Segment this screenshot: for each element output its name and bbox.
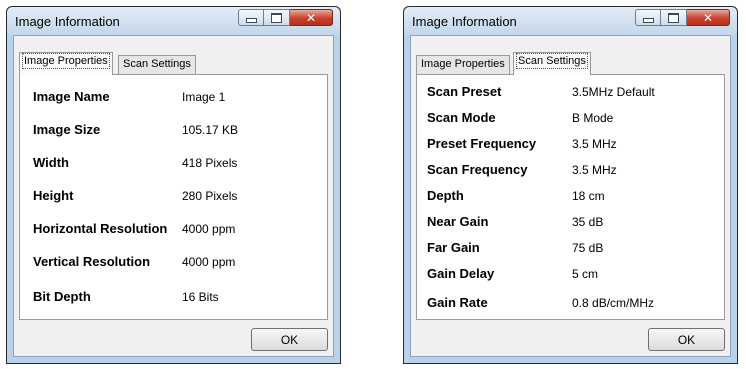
setting-value: 75 dB [572, 241, 604, 255]
tab-scan-settings[interactable]: Scan Settings [513, 52, 591, 75]
setting-row: Gain Delay 5 cm [417, 266, 724, 284]
setting-label: Gain Rate [427, 295, 488, 310]
setting-value: 3.5 MHz [572, 137, 617, 151]
setting-value: 35 dB [572, 215, 604, 229]
ok-button[interactable]: OK [648, 328, 725, 351]
dialog-client-area: Image Properties Scan Settings Image Nam… [13, 35, 334, 357]
tab-label: Image Properties [22, 53, 110, 69]
title-bar[interactable]: Image Information ✕ [404, 7, 737, 35]
dialog-client-area: Image Properties Scan Settings Scan Pres… [410, 35, 731, 357]
property-label: Vertical Resolution [33, 254, 151, 269]
close-icon: ✕ [702, 10, 714, 25]
maximize-button[interactable] [264, 9, 290, 26]
property-label: Width [33, 155, 69, 170]
property-value: 418 Pixels [182, 156, 238, 170]
property-row: Height 280 Pixels [20, 188, 327, 206]
property-row: Image Name Image 1 [20, 89, 327, 107]
property-value: 4000 ppm [182, 222, 236, 236]
minimize-button[interactable] [635, 9, 661, 26]
minimize-icon [245, 18, 257, 23]
setting-label: Far Gain [427, 240, 480, 255]
property-value: 4000 ppm [182, 255, 236, 269]
setting-value: 3.5 MHz [572, 163, 617, 177]
window-title: Image Information [412, 14, 517, 29]
property-row: Vertical Resolution 4000 ppm [20, 254, 327, 272]
property-label: Image Name [33, 89, 110, 104]
setting-value: 18 cm [572, 189, 605, 203]
tab-image-properties[interactable]: Image Properties [19, 52, 113, 75]
image-information-dialog-left: Image Information ✕ Image Properties Sca… [6, 6, 341, 364]
property-label: Horizontal Resolution [33, 221, 168, 236]
close-button[interactable]: ✕ [687, 9, 730, 26]
maximize-button[interactable] [661, 9, 687, 26]
tab-image-properties[interactable]: Image Properties [416, 55, 510, 74]
property-value: 16 Bits [182, 290, 219, 304]
tab-scan-settings[interactable]: Scan Settings [118, 55, 196, 74]
close-button[interactable]: ✕ [290, 9, 333, 26]
setting-row: Scan Frequency 3.5 MHz [417, 162, 724, 180]
setting-label: Near Gain [427, 214, 489, 229]
property-row: Horizontal Resolution 4000 ppm [20, 221, 327, 239]
image-properties-panel: Image Name Image 1 Image Size 105.17 KB … [19, 74, 328, 320]
setting-row: Near Gain 35 dB [417, 214, 724, 232]
property-value: 105.17 KB [182, 123, 239, 137]
setting-label: Scan Mode [427, 110, 496, 125]
setting-label: Preset Frequency [427, 136, 537, 151]
setting-value: B Mode [572, 111, 614, 125]
ok-button[interactable]: OK [251, 328, 328, 351]
setting-row: Far Gain 75 dB [417, 240, 724, 258]
setting-value: 0.8 dB/cm/MHz [572, 296, 655, 310]
property-value: Image 1 [182, 90, 226, 104]
property-value: 280 Pixels [182, 189, 238, 203]
setting-label: Depth [427, 188, 464, 203]
minimize-button[interactable] [238, 9, 264, 26]
property-row: Bit Depth 16 Bits [20, 289, 327, 307]
setting-value: 3.5MHz Default [572, 85, 655, 99]
window-controls: ✕ [635, 9, 730, 27]
setting-row: Scan Preset 3.5MHz Default [417, 84, 724, 102]
property-label: Bit Depth [33, 289, 91, 304]
property-row: Width 418 Pixels [20, 155, 327, 173]
setting-label: Scan Frequency [427, 162, 528, 177]
setting-row: Preset Frequency 3.5 MHz [417, 136, 724, 154]
title-bar[interactable]: Image Information ✕ [7, 7, 340, 35]
maximize-icon [271, 12, 282, 23]
close-icon: ✕ [305, 10, 317, 25]
property-label: Height [33, 188, 74, 203]
tab-label: Image Properties [421, 58, 505, 70]
property-label: Image Size [33, 122, 101, 137]
scan-settings-panel: Scan Preset 3.5MHz Default Scan Mode B M… [416, 74, 725, 320]
property-row: Image Size 105.17 KB [20, 122, 327, 140]
tab-label: Scan Settings [123, 58, 191, 70]
window-controls: ✕ [238, 9, 333, 27]
setting-row: Scan Mode B Mode [417, 110, 724, 128]
window-title: Image Information [15, 14, 120, 29]
image-information-dialog-right: Image Information ✕ Image Properties Sca… [403, 6, 738, 364]
setting-label: Scan Preset [427, 84, 502, 99]
minimize-icon [642, 18, 654, 23]
tab-label: Scan Settings [516, 53, 588, 69]
setting-label: Gain Delay [427, 266, 495, 281]
setting-value: 5 cm [572, 267, 599, 281]
maximize-icon [668, 12, 679, 23]
setting-row: Depth 18 cm [417, 188, 724, 206]
setting-row: Gain Rate 0.8 dB/cm/MHz [417, 295, 724, 313]
